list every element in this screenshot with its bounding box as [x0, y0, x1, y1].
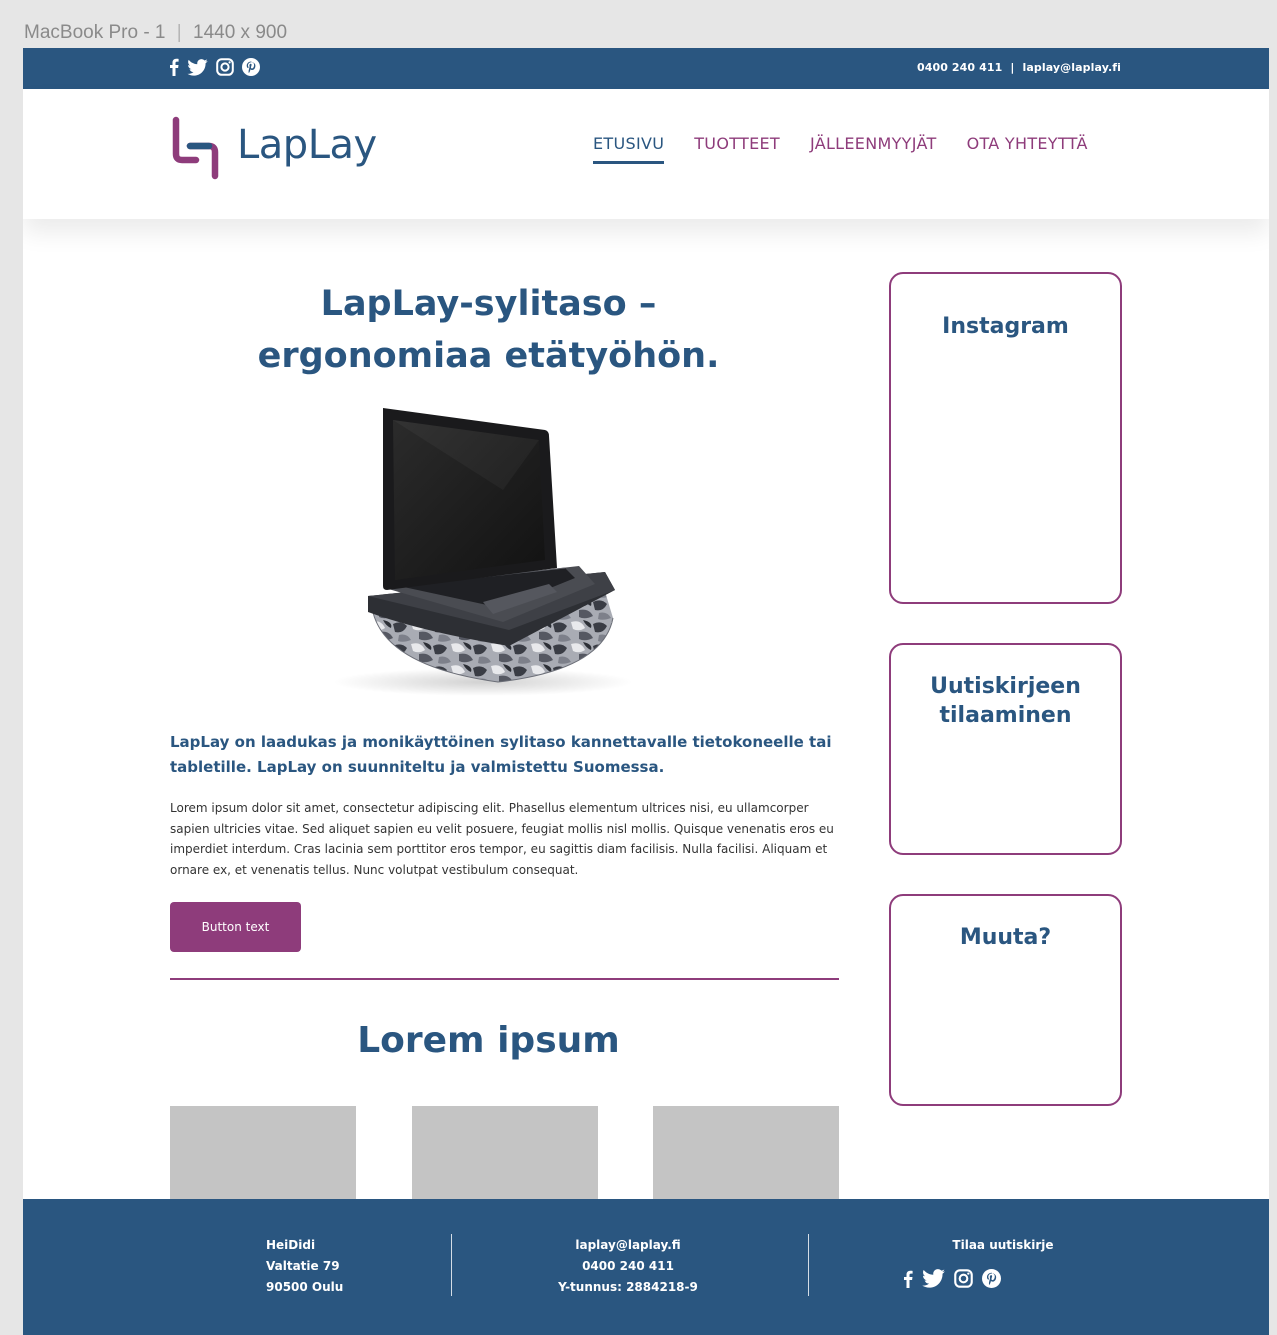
top-email[interactable]: laplay@laplay.fi [1022, 61, 1121, 74]
top-bar: 0400 240 411 | laplay@laplay.fi [23, 48, 1269, 89]
top-contact: 0400 240 411 | laplay@laplay.fi [917, 61, 1121, 74]
top-phone[interactable]: 0400 240 411 [917, 61, 1002, 74]
image-placeholder-2 [412, 1106, 598, 1206]
footer-phone[interactable]: 0400 240 411 [483, 1256, 773, 1277]
newsletter-card-title: Uutiskirjeen tilaaminen [930, 674, 1081, 728]
footer-newsletter-label[interactable]: Tilaa uutiskirje [853, 1235, 1153, 1256]
footer-company: HeiDidi [266, 1238, 316, 1252]
logo-text: LapLay [237, 122, 377, 168]
footer-separator-2 [808, 1234, 809, 1296]
footer-street: Valtatie 79 [266, 1259, 340, 1273]
section-title: Lorem ipsum [357, 1020, 620, 1061]
other-card-title: Muuta? [959, 925, 1052, 950]
footer-contact: laplay@laplay.fi 0400 240 411 Y-tunnus: … [483, 1235, 773, 1298]
facebook-icon[interactable] [169, 58, 179, 76]
instagram-card: Instagram [889, 272, 1122, 604]
image-placeholder-1 [170, 1106, 356, 1206]
pinterest-icon[interactable] [242, 58, 260, 76]
nav-etusivu[interactable]: ETUSIVU [593, 134, 665, 164]
section-divider [170, 978, 839, 980]
lead-paragraph: LapLay on laadukas ja monikäyttöinen syl… [170, 733, 832, 776]
laptop-on-lap-desk-image [333, 408, 633, 696]
footer-business-id: Y-tunnus: 2884218-9 [558, 1280, 698, 1294]
newsletter-card: Uutiskirjeen tilaaminen [889, 643, 1122, 855]
instagram-icon[interactable] [954, 1269, 973, 1288]
nav-jalleenmyyjat[interactable]: JÄLLEENMYYJÄT [810, 134, 937, 164]
twitter-icon[interactable] [922, 1269, 945, 1288]
logo[interactable]: LapLay [169, 116, 377, 182]
instagram-card-title: Instagram [942, 314, 1069, 339]
main-nav: ETUSIVU TUOTTEET JÄLLEENMYYJÄT OTA YHTEY… [593, 134, 1088, 164]
page-frame: 0400 240 411 | laplay@laplay.fi LapLay ETU… [23, 48, 1269, 1335]
hero-title: LapLay-sylitaso – ergonomiaa etätyöhön. [171, 278, 806, 382]
artboard-label: MacBook Pro - 1 | 1440 x 900 [24, 22, 287, 44]
top-contact-separator: | [1010, 61, 1015, 74]
instagram-icon[interactable] [216, 58, 234, 76]
nav-ota-yhteytta[interactable]: OTA YHTEYTTÄ [967, 134, 1088, 164]
artboard-separator: | [176, 22, 182, 43]
top-social-links [169, 58, 260, 76]
artboard-name: MacBook Pro - 1 [24, 22, 166, 43]
footer-social-links [903, 1269, 1001, 1288]
primary-button[interactable]: Button text [170, 902, 301, 952]
other-card: Muuta? [889, 894, 1122, 1106]
footer-address: HeiDidi Valtatie 79 90500 Oulu [266, 1235, 343, 1298]
footer-city: 90500 Oulu [266, 1280, 344, 1294]
footer-separator-1 [451, 1234, 452, 1296]
hero-title-line-2: ergonomiaa etätyöhön. [257, 336, 720, 376]
hero-title-line-1: LapLay-sylitaso – [320, 284, 657, 324]
site-footer: HeiDidi Valtatie 79 90500 Oulu laplay@la… [23, 1199, 1269, 1335]
body-paragraph: Lorem ipsum dolor sit amet, consectetur … [170, 801, 834, 877]
footer-email[interactable]: laplay@laplay.fi [483, 1235, 773, 1256]
image-placeholder-3 [653, 1106, 839, 1206]
footer-newsletter: Tilaa uutiskirje [853, 1235, 1153, 1256]
artboard-size: 1440 x 900 [193, 22, 288, 43]
facebook-icon[interactable] [903, 1270, 913, 1288]
nav-tuotteet[interactable]: TUOTTEET [694, 134, 780, 164]
twitter-icon[interactable] [187, 58, 208, 76]
site-header: LapLay ETUSIVU TUOTTEET JÄLLEENMYYJÄT OT… [23, 89, 1269, 219]
pinterest-icon[interactable] [982, 1269, 1001, 1288]
logo-mark-icon [172, 116, 219, 180]
